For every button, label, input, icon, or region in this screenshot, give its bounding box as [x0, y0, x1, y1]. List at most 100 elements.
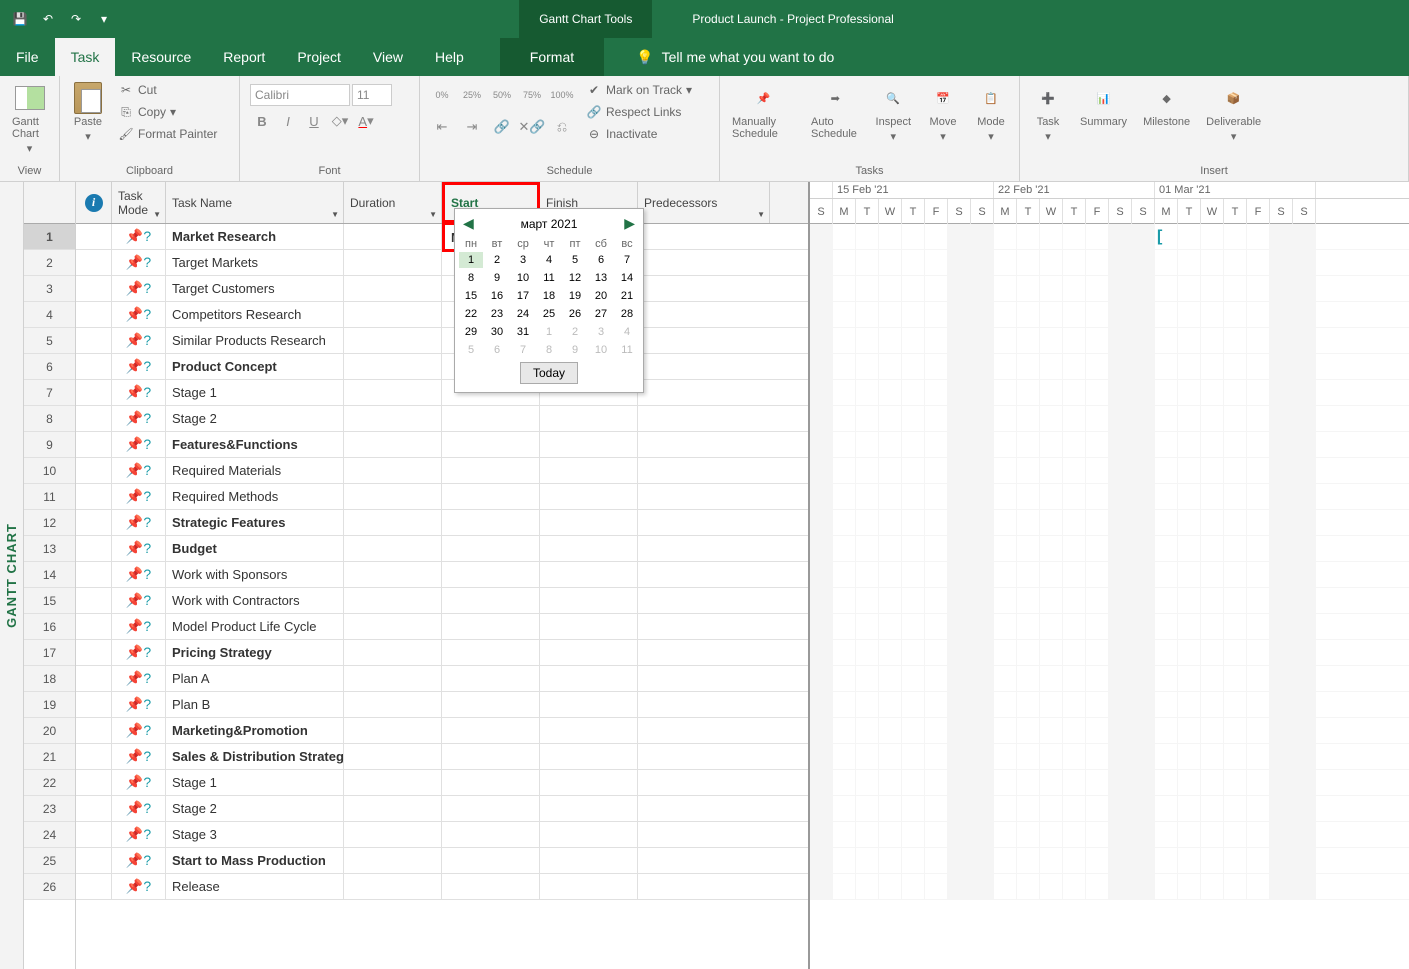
task-row[interactable]: 📌?Stage 1: [76, 380, 808, 406]
row-number[interactable]: 19: [24, 692, 75, 718]
split-button[interactable]: ⎌: [550, 116, 574, 138]
task-row[interactable]: 📌?Budget: [76, 536, 808, 562]
calendar-day[interactable]: 26: [563, 306, 587, 322]
cell-finish[interactable]: [540, 458, 638, 483]
cell-start[interactable]: [442, 692, 540, 717]
cell-finish[interactable]: [540, 536, 638, 561]
gantt-chart-button[interactable]: Gantt Chart ▾: [6, 80, 53, 157]
tell-me-search[interactable]: 💡 Tell me what you want to do: [624, 38, 846, 76]
cell-duration[interactable]: [344, 406, 442, 431]
cell-task-name[interactable]: Sales & Distribution Strategy: [166, 744, 344, 769]
task-row[interactable]: 📌?Work with Sponsors: [76, 562, 808, 588]
cell-task-name[interactable]: Strategic Features: [166, 510, 344, 535]
cell-info[interactable]: [76, 796, 112, 821]
cell-info[interactable]: [76, 770, 112, 795]
row-number[interactable]: 5: [24, 328, 75, 354]
cell-duration[interactable]: [344, 224, 442, 249]
cell-info[interactable]: [76, 848, 112, 873]
cell-info[interactable]: [76, 692, 112, 717]
cell-duration[interactable]: [344, 380, 442, 405]
cell-task-name[interactable]: Market Research: [166, 224, 344, 249]
undo-button[interactable]: ↶: [36, 7, 60, 31]
calendar-day[interactable]: 2: [485, 252, 509, 268]
cell-mode[interactable]: 📌?: [112, 406, 166, 431]
calendar-day[interactable]: 3: [589, 324, 613, 340]
cell-mode[interactable]: 📌?: [112, 640, 166, 665]
calendar-day[interactable]: 8: [459, 270, 483, 286]
menu-format[interactable]: Format: [500, 38, 604, 76]
cell-mode[interactable]: 📌?: [112, 692, 166, 717]
cell-predecessors[interactable]: [638, 250, 770, 275]
row-number[interactable]: 24: [24, 822, 75, 848]
cell-predecessors[interactable]: [638, 614, 770, 639]
cell-mode[interactable]: 📌?: [112, 744, 166, 769]
calendar-day[interactable]: 10: [589, 342, 613, 358]
gantt-timeline[interactable]: 15 Feb '2122 Feb '2101 Mar '21 SMTWTFSSM…: [810, 182, 1409, 969]
cell-duration[interactable]: [344, 796, 442, 821]
calendar-day[interactable]: 18: [537, 288, 561, 304]
calendar-day[interactable]: 8: [537, 342, 561, 358]
save-button[interactable]: 💾: [8, 7, 32, 31]
cell-info[interactable]: [76, 588, 112, 613]
cell-duration[interactable]: [344, 744, 442, 769]
calendar-day[interactable]: 2: [563, 324, 587, 340]
qat-customize[interactable]: ▾: [92, 7, 116, 31]
cell-start[interactable]: [442, 718, 540, 743]
cell-info[interactable]: [76, 328, 112, 353]
cell-info[interactable]: [76, 510, 112, 535]
cell-duration[interactable]: [344, 484, 442, 509]
cell-finish[interactable]: [540, 770, 638, 795]
cell-info[interactable]: [76, 224, 112, 249]
row-number[interactable]: 3: [24, 276, 75, 302]
cell-mode[interactable]: 📌?: [112, 276, 166, 301]
calendar-day[interactable]: 23: [485, 306, 509, 322]
insert-summary-button[interactable]: 📊Summary: [1074, 80, 1133, 130]
calendar-day[interactable]: 25: [537, 306, 561, 322]
cell-start[interactable]: [442, 822, 540, 847]
cell-mode[interactable]: 📌?: [112, 328, 166, 353]
cell-mode[interactable]: 📌?: [112, 224, 166, 249]
cell-task-name[interactable]: Marketing&Promotion: [166, 718, 344, 743]
cell-task-name[interactable]: Target Markets: [166, 250, 344, 275]
cell-mode[interactable]: 📌?: [112, 770, 166, 795]
bold-button[interactable]: B: [250, 110, 274, 132]
cell-task-name[interactable]: Stage 1: [166, 770, 344, 795]
cell-finish[interactable]: [540, 874, 638, 899]
task-row[interactable]: 📌?Features&Functions: [76, 432, 808, 458]
cell-predecessors[interactable]: [638, 744, 770, 769]
cell-predecessors[interactable]: [638, 874, 770, 899]
cell-predecessors[interactable]: [638, 770, 770, 795]
cell-duration[interactable]: [344, 536, 442, 561]
cell-duration[interactable]: [344, 848, 442, 873]
cell-predecessors[interactable]: [638, 796, 770, 821]
task-row[interactable]: 📌?Target Markets: [76, 250, 808, 276]
cell-start[interactable]: [442, 796, 540, 821]
link-button[interactable]: 🔗: [490, 116, 514, 138]
calendar-day[interactable]: 3: [511, 252, 535, 268]
task-row[interactable]: 📌?Required Methods: [76, 484, 808, 510]
row-number[interactable]: 14: [24, 562, 75, 588]
cell-mode[interactable]: 📌?: [112, 588, 166, 613]
task-row[interactable]: 📌?Market ResearchMon 01.03.⌄: [76, 224, 808, 250]
menu-help[interactable]: Help: [419, 38, 480, 76]
row-number[interactable]: 11: [24, 484, 75, 510]
cell-info[interactable]: [76, 562, 112, 587]
cell-mode[interactable]: 📌?: [112, 666, 166, 691]
cell-mode[interactable]: 📌?: [112, 250, 166, 275]
calendar-day[interactable]: 7: [511, 342, 535, 358]
cell-finish[interactable]: [540, 640, 638, 665]
cell-predecessors[interactable]: [638, 458, 770, 483]
calendar-day[interactable]: 4: [615, 324, 639, 340]
calendar-day[interactable]: 9: [485, 270, 509, 286]
respect-links-button[interactable]: 🔗Respect Links: [582, 102, 696, 122]
cell-start[interactable]: [442, 484, 540, 509]
cell-mode[interactable]: 📌?: [112, 380, 166, 405]
calendar-day[interactable]: 28: [615, 306, 639, 322]
cell-task-name[interactable]: Release: [166, 874, 344, 899]
row-number[interactable]: 22: [24, 770, 75, 796]
inspect-button[interactable]: 🔍Inspect▾: [870, 80, 917, 145]
cell-duration[interactable]: [344, 822, 442, 847]
calendar-day[interactable]: 1: [537, 324, 561, 340]
cell-duration[interactable]: [344, 276, 442, 301]
cell-duration[interactable]: [344, 614, 442, 639]
